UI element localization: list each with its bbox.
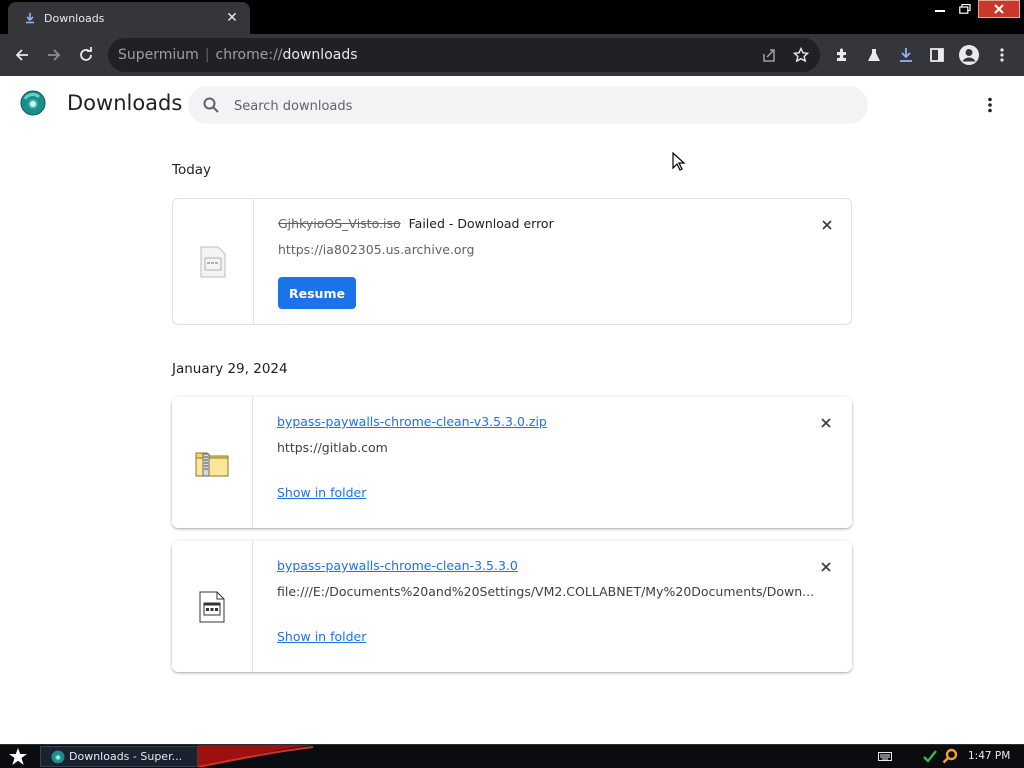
zip-folder-icon	[195, 452, 229, 476]
source-url: file:///E:/Documents%20and%20Settings/VM…	[277, 584, 815, 599]
window-close-button[interactable]	[978, 0, 1020, 18]
file-name: GjhkyioOS_Visto.iso	[278, 216, 401, 231]
resume-button[interactable]: Resume	[278, 277, 356, 309]
download-item: bypass-paywalls-chrome-clean-3.5.3.0 fil…	[172, 541, 852, 672]
browser-menu-button[interactable]	[988, 41, 1016, 69]
flask-icon	[868, 49, 880, 61]
bookmark-star-icon[interactable]	[792, 46, 810, 64]
download-icon	[900, 48, 912, 62]
taskbar: Downloads - Super... 1:47 PM	[0, 744, 1024, 768]
downloads-button[interactable]	[892, 41, 920, 69]
address-bar[interactable]: Supermium | chrome://downloads	[108, 38, 820, 72]
source-url: https://ia802305.us.archive.org	[278, 242, 475, 257]
download-status: Failed - Download error	[408, 216, 554, 231]
back-button[interactable]	[8, 41, 36, 69]
file-icon	[200, 246, 226, 277]
labs-button[interactable]	[860, 41, 888, 69]
star-icon	[9, 748, 27, 765]
magnifier-icon[interactable]	[942, 748, 958, 764]
tab-title: Downloads	[44, 11, 105, 25]
taskbar-decoration	[198, 745, 313, 767]
mouse-pointer-icon	[672, 151, 686, 172]
search-icon	[203, 97, 219, 113]
file-icon-column	[173, 199, 254, 324]
clock: 1:47 PM	[968, 750, 1011, 762]
file-icon	[199, 591, 225, 622]
forward-arrow-icon	[48, 49, 61, 61]
puzzle-icon	[837, 48, 846, 61]
forward-button[interactable]	[40, 41, 68, 69]
source-url: https://gitlab.com	[277, 440, 388, 455]
file-name-link[interactable]: bypass-paywalls-chrome-clean-v3.5.3.0.zi…	[277, 414, 547, 429]
network-icon[interactable]	[922, 748, 938, 764]
tab-close-icon[interactable]: ✕	[224, 10, 240, 26]
supermium-logo-icon	[51, 750, 65, 763]
file-name-link[interactable]: bypass-paywalls-chrome-clean-3.5.3.0	[277, 558, 518, 573]
page-title: Downloads	[67, 91, 183, 115]
address-text: Supermium | chrome://downloads	[118, 38, 358, 72]
back-arrow-icon	[15, 49, 28, 61]
url-scheme: chrome://	[215, 47, 283, 63]
avatar-icon	[959, 45, 979, 65]
download-item: GjhkyioOS_Visto.iso Failed - Download err…	[172, 198, 852, 325]
site-name: Supermium	[118, 47, 199, 63]
keyboard-icon[interactable]	[878, 752, 892, 761]
taskbar-window-label: Downloads - Super...	[69, 750, 183, 763]
tab-downloads[interactable]: Downloads ✕	[8, 2, 250, 34]
remove-item-icon[interactable]	[816, 413, 836, 433]
kebab-menu-icon	[988, 97, 992, 113]
restore-button[interactable]	[953, 0, 977, 18]
profile-button[interactable]	[955, 41, 983, 69]
file-icon-column	[172, 397, 253, 528]
search-box[interactable]	[188, 86, 868, 126]
reload-icon	[80, 47, 92, 61]
share-icon[interactable]	[760, 46, 778, 64]
show-in-folder-link[interactable]: Show in folder	[277, 629, 366, 644]
reload-button[interactable]	[72, 41, 100, 69]
show-in-folder-link[interactable]: Show in folder	[277, 485, 366, 500]
remove-item-icon[interactable]	[817, 215, 837, 235]
tab-strip: Downloads ✕	[0, 0, 1024, 34]
url-path: downloads	[282, 47, 358, 63]
date-heading: Today	[172, 162, 212, 178]
file-name-row: GjhkyioOS_Visto.iso Failed - Download err…	[278, 216, 554, 231]
side-panel-icon	[930, 48, 944, 62]
download-item: bypass-paywalls-chrome-clean-v3.5.3.0.zi…	[172, 397, 852, 528]
date-heading: January 29, 2024	[172, 361, 288, 377]
taskbar-window-button[interactable]: Downloads - Super...	[40, 746, 198, 767]
search-input[interactable]	[232, 86, 836, 126]
side-panel-button[interactable]	[923, 41, 951, 69]
remove-item-icon[interactable]	[816, 557, 836, 577]
address-separator: |	[204, 47, 210, 63]
supermium-logo	[20, 90, 46, 116]
kebab-menu-icon	[1000, 48, 1004, 62]
more-actions-button[interactable]	[978, 92, 1002, 118]
start-button[interactable]	[6, 746, 30, 768]
download-icon	[22, 10, 38, 26]
file-icon-column	[172, 541, 253, 672]
minimize-button[interactable]	[928, 0, 952, 18]
extensions-button[interactable]	[828, 41, 856, 69]
